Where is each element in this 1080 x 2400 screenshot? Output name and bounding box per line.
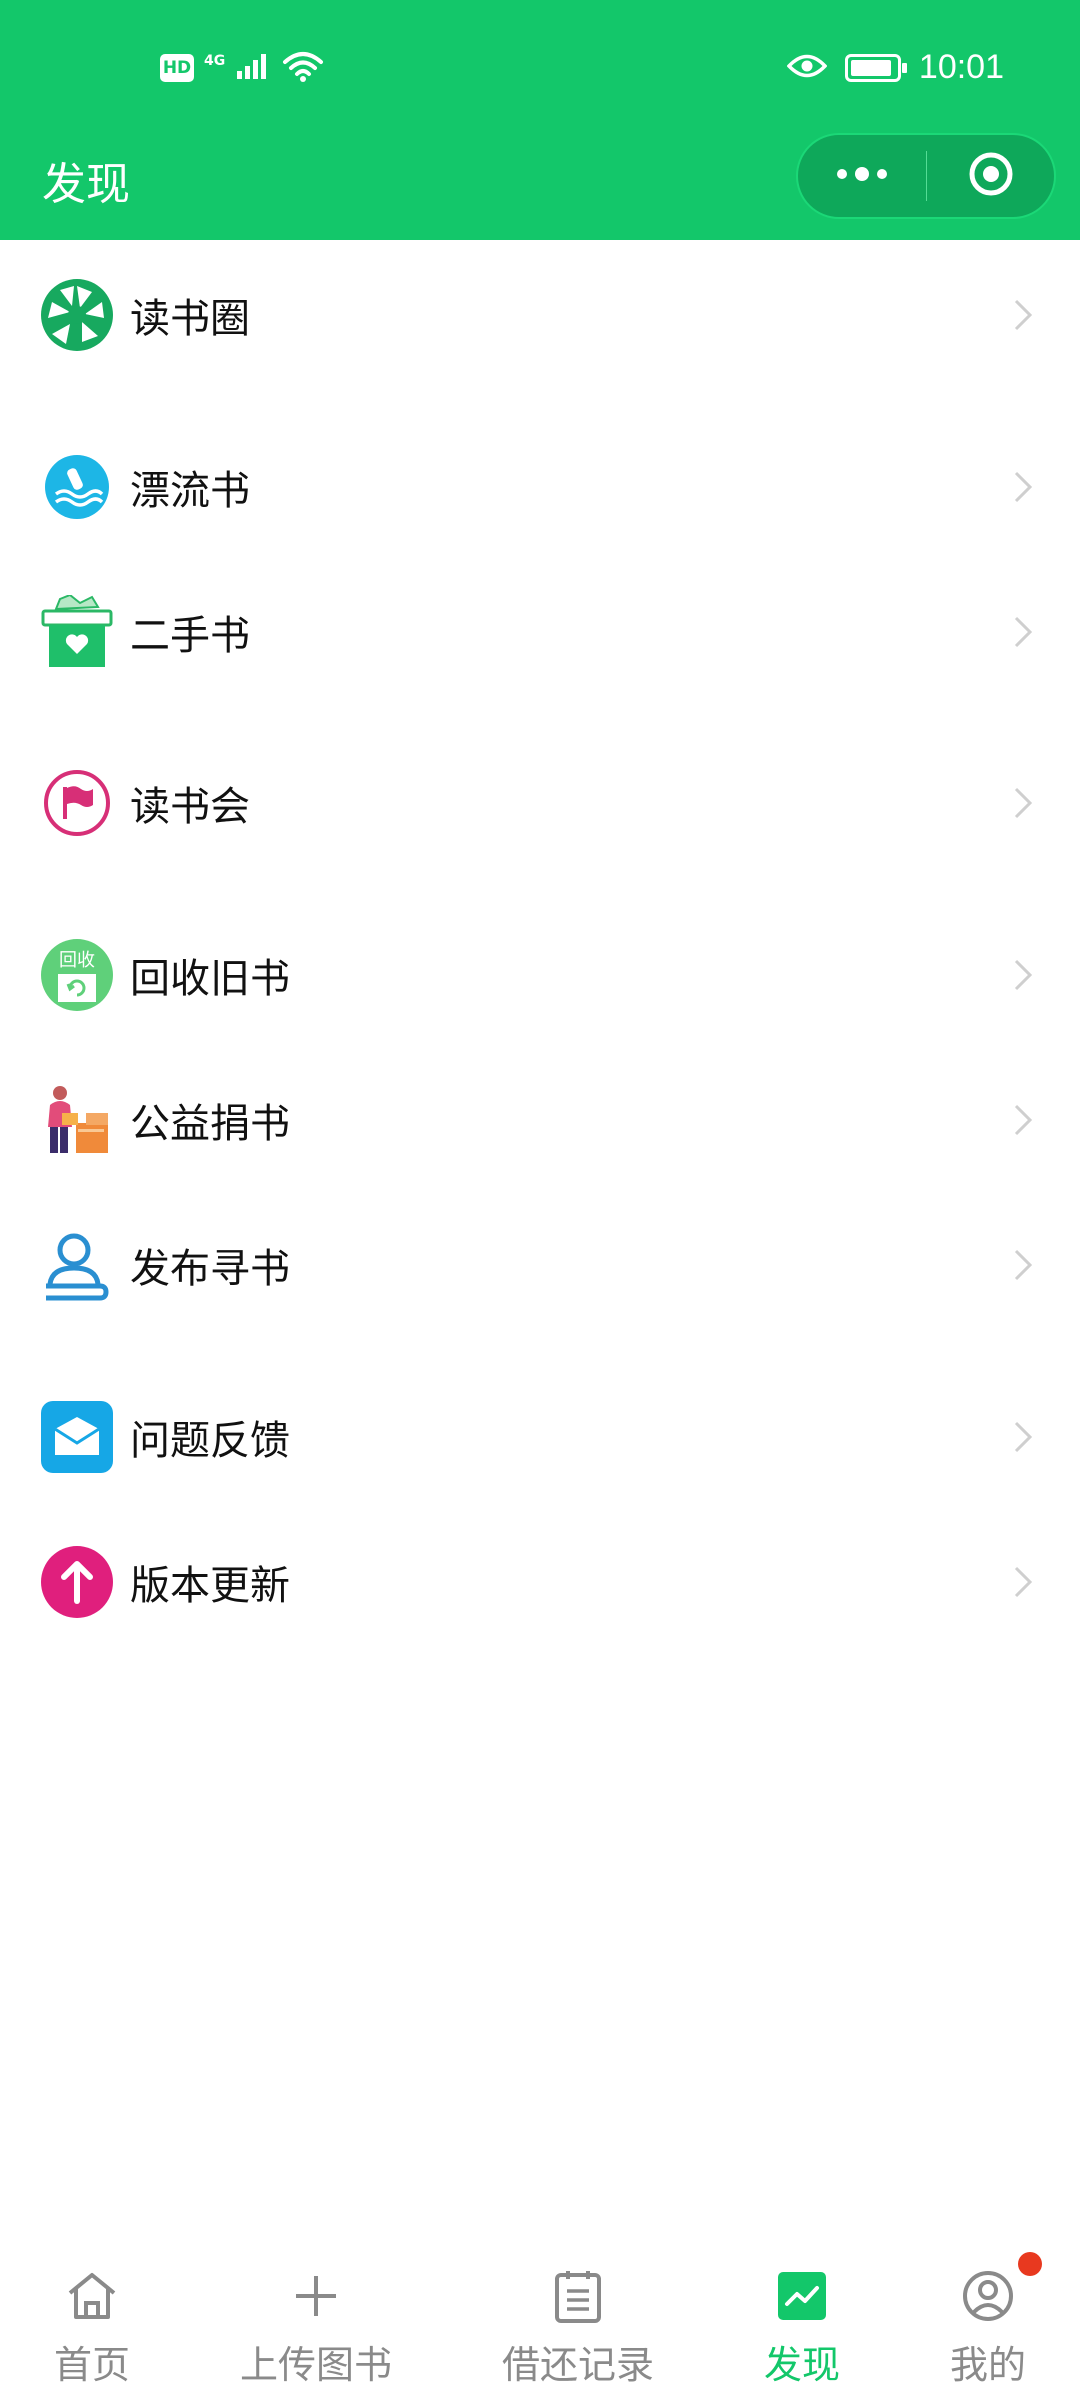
menu-item-second-hand-book[interactable]: 二手书 xyxy=(0,572,1080,692)
menu-label: 读书会 xyxy=(130,784,250,830)
status-time: 10:01 xyxy=(918,48,1004,86)
menu-item-post-book-request[interactable]: 发布寻书 xyxy=(0,1205,1080,1325)
close-miniprogram-button[interactable] xyxy=(927,135,1054,217)
target-circle-icon xyxy=(967,150,1015,202)
chevron-right-icon xyxy=(1008,467,1038,507)
header-bar: HD 4G 10:01 发现 xyxy=(0,0,1080,240)
status-left: HD 4G xyxy=(160,50,325,86)
more-button[interactable] xyxy=(798,135,926,217)
mail-icon xyxy=(40,1400,114,1474)
status-right: 10:01 xyxy=(786,48,1004,87)
aperture-icon xyxy=(40,278,114,352)
menu-label: 漂流书 xyxy=(130,468,250,514)
miniprogram-capsule xyxy=(796,133,1056,219)
tab-label: 我的 xyxy=(949,2343,1026,2387)
tab-upload-book[interactable]: 上传图书 xyxy=(236,2236,396,2400)
gift-box-icon xyxy=(40,595,114,669)
recycle-icon: 回收 xyxy=(40,938,114,1012)
menu-label: 问题反馈 xyxy=(130,1418,290,1464)
flag-icon xyxy=(40,766,114,840)
more-dots-icon xyxy=(834,166,890,186)
plus-icon xyxy=(288,2268,344,2324)
battery-icon xyxy=(844,53,907,82)
wifi-icon xyxy=(281,50,325,86)
hd-badge: HD xyxy=(160,54,194,82)
menu-item-recycle-books[interactable]: 回收 回收旧书 xyxy=(0,915,1080,1035)
status-bar: HD 4G 10:01 xyxy=(0,0,1080,136)
menu-item-feedback[interactable]: 问题反馈 xyxy=(0,1377,1080,1497)
bottom-tab-bar: 首页 上传图书 借还记录 发现 我的 xyxy=(0,2236,1080,2400)
clipboard-icon xyxy=(550,2268,606,2324)
chevron-right-icon xyxy=(1008,783,1038,823)
menu-label: 发布寻书 xyxy=(130,1246,290,1292)
chevron-right-icon xyxy=(1008,955,1038,995)
menu-item-book-club[interactable]: 读书会 xyxy=(0,743,1080,863)
bottle-drift-icon xyxy=(40,450,114,524)
chevron-right-icon xyxy=(1008,1245,1038,1285)
tab-me[interactable]: 我的 xyxy=(936,2236,1042,2400)
donate-books-icon xyxy=(40,1083,114,1157)
home-icon xyxy=(64,2268,120,2324)
tab-borrow-records[interactable]: 借还记录 xyxy=(498,2236,658,2400)
tab-label: 首页 xyxy=(53,2343,130,2387)
upload-arrow-icon xyxy=(40,1545,114,1619)
menu-label: 读书圈 xyxy=(130,296,250,342)
menu-label: 二手书 xyxy=(130,613,250,659)
menu-item-charity-donation[interactable]: 公益捐书 xyxy=(0,1060,1080,1180)
chevron-right-icon xyxy=(1008,295,1038,335)
recycle-icon-text: 回收 xyxy=(59,950,95,971)
network-type: 4G xyxy=(204,53,226,69)
chevron-right-icon xyxy=(1008,1417,1038,1457)
tab-label: 发现 xyxy=(763,2343,840,2387)
page-title: 发现 xyxy=(42,159,130,210)
menu-item-drift-book[interactable]: 漂流书 xyxy=(0,427,1080,547)
app-root: HD 4G 10:01 发现 读书圈 漂流书 二手书 读书会 回收 回收旧书 公… xyxy=(0,0,1080,2400)
notification-badge xyxy=(1018,2252,1042,2276)
menu-item-version-update[interactable]: 版本更新 xyxy=(0,1522,1080,1642)
chevron-right-icon xyxy=(1008,612,1038,652)
trend-chart-icon xyxy=(774,2268,830,2324)
menu-label: 回收旧书 xyxy=(130,956,290,1002)
menu-label: 公益捐书 xyxy=(130,1101,290,1147)
search-person-icon xyxy=(40,1228,114,1302)
menu-item-reading-circle[interactable]: 读书圈 xyxy=(0,255,1080,375)
tab-label: 借还记录 xyxy=(501,2343,654,2387)
tab-home[interactable]: 首页 xyxy=(40,2236,144,2400)
tab-discover[interactable]: 发现 xyxy=(750,2236,854,2400)
user-circle-icon xyxy=(960,2252,1042,2324)
tab-label: 上传图书 xyxy=(239,2343,392,2387)
signal-icon xyxy=(235,51,271,85)
eye-icon xyxy=(786,53,828,83)
chevron-right-icon xyxy=(1008,1562,1038,1602)
menu-label: 版本更新 xyxy=(130,1563,290,1609)
chevron-right-icon xyxy=(1008,1100,1038,1140)
